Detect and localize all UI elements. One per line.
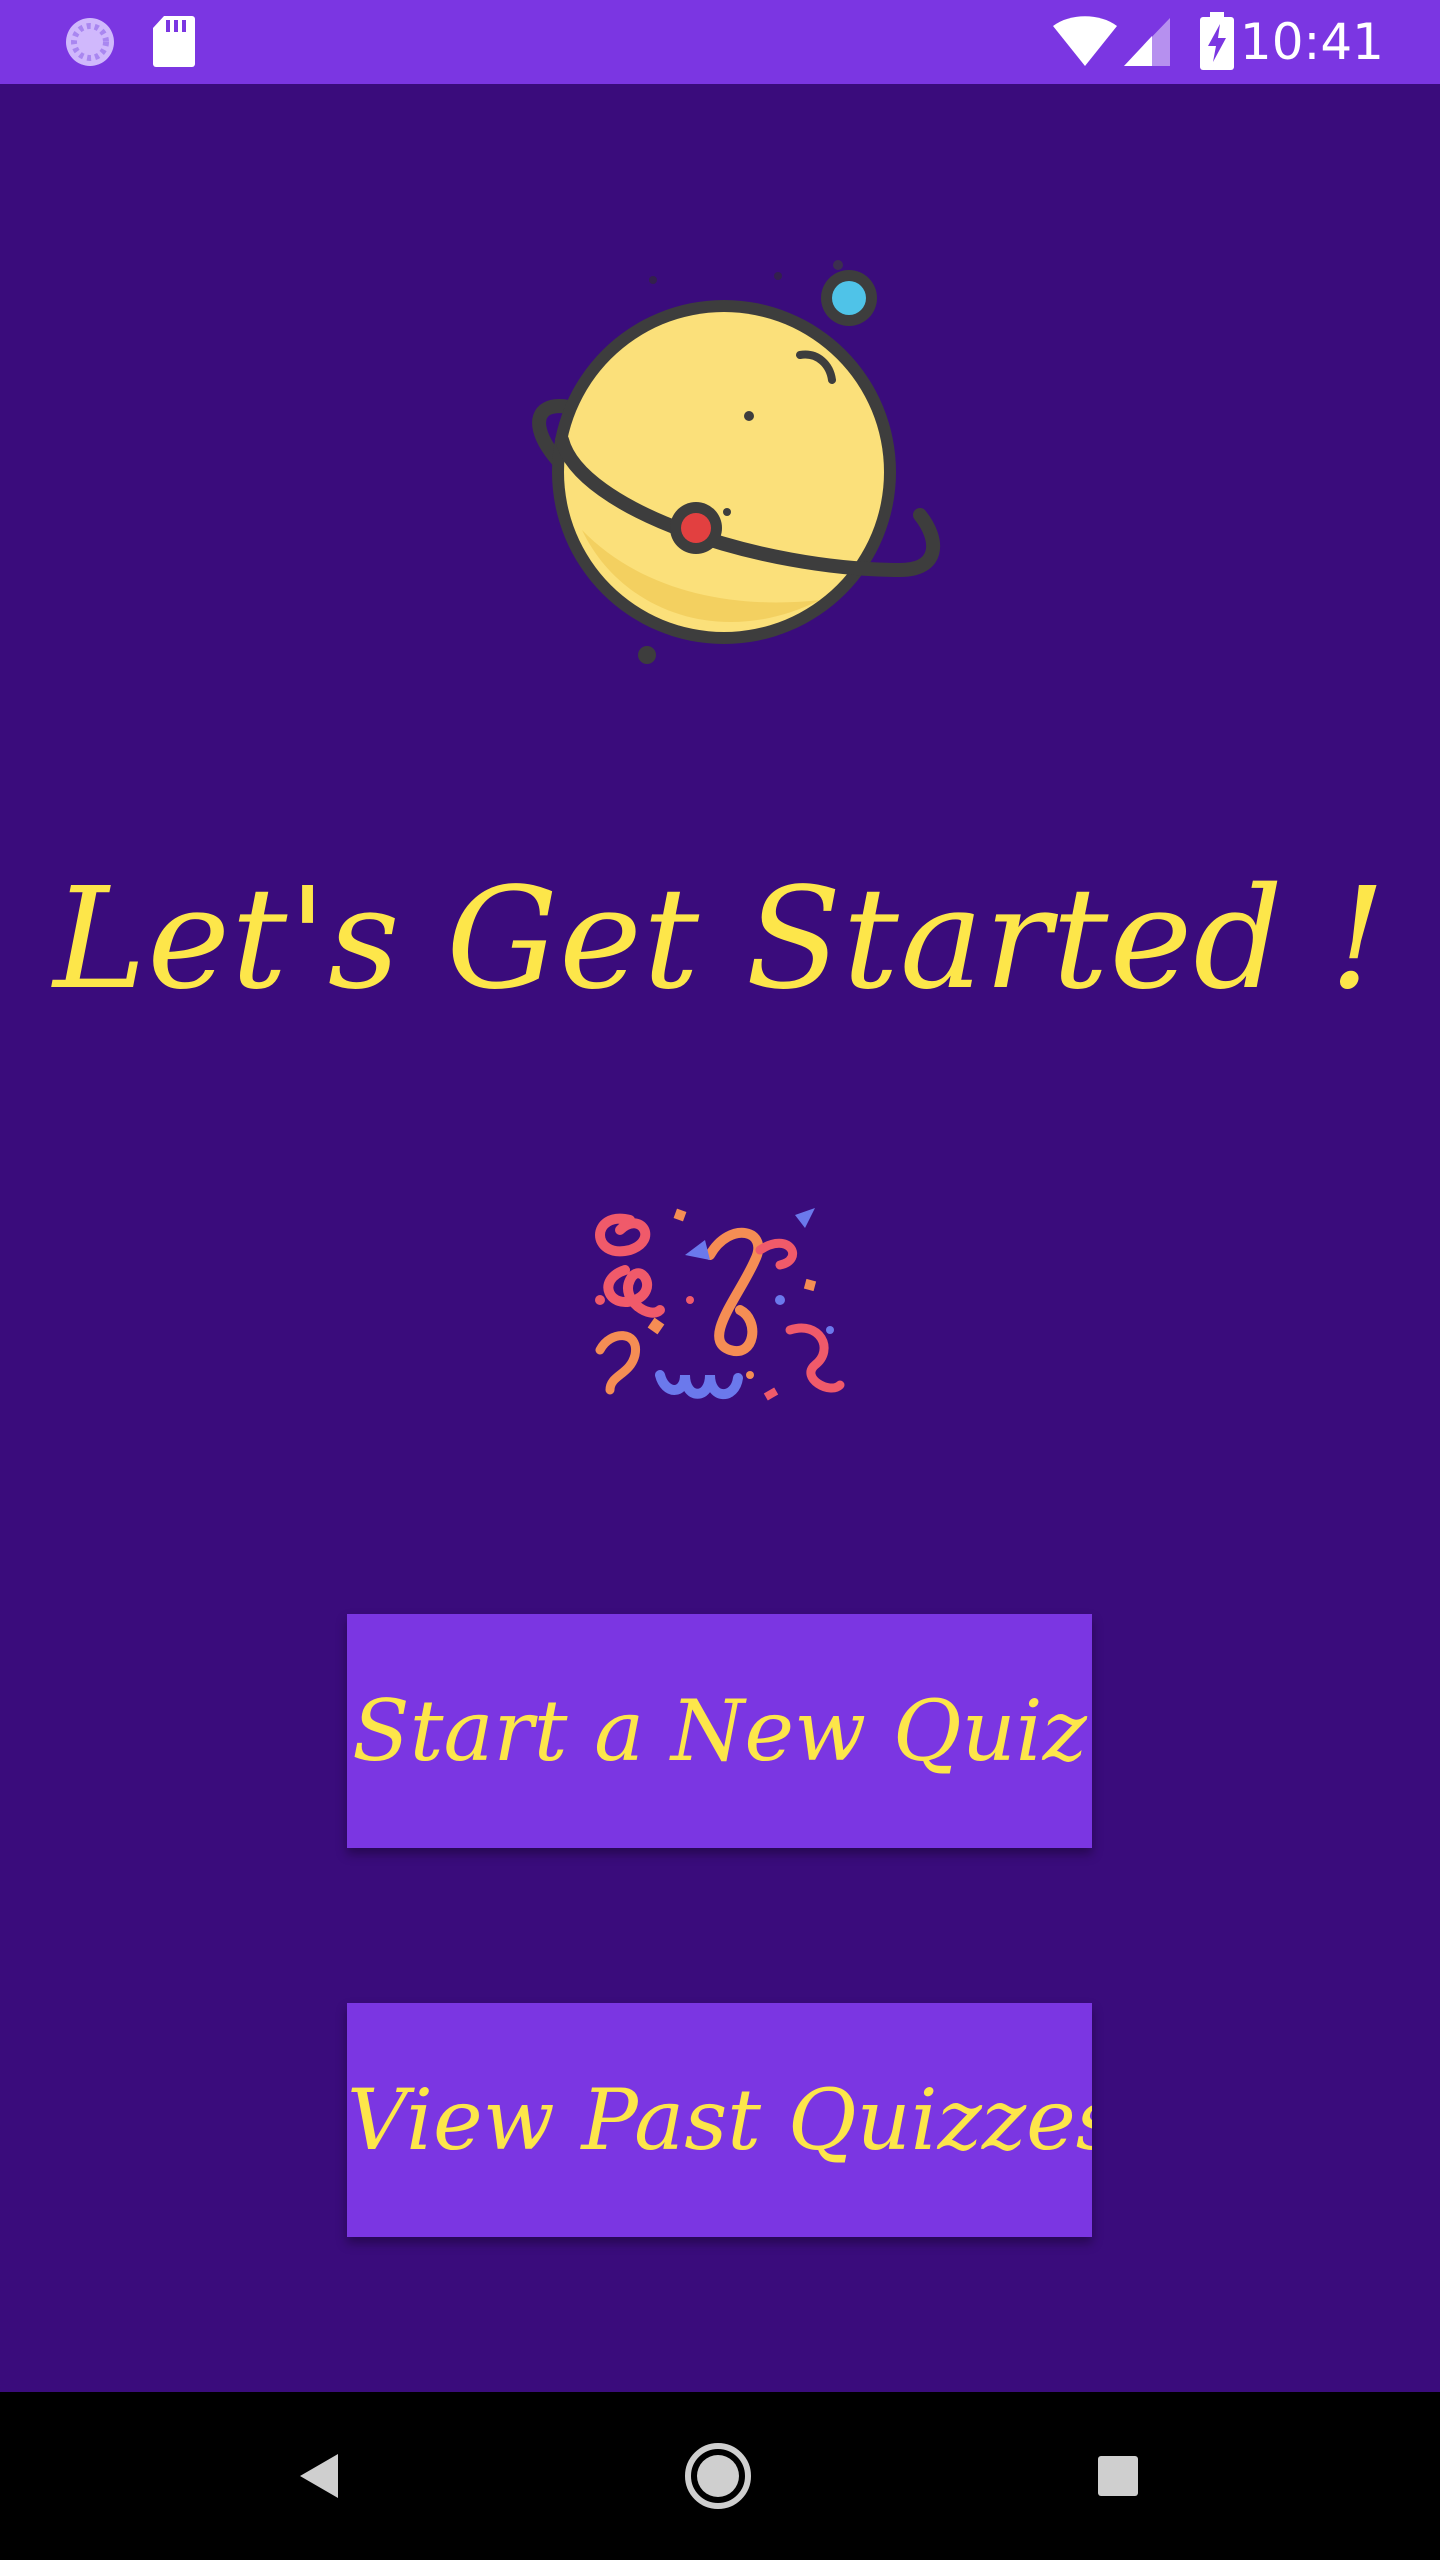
navigation-bar (0, 2392, 1440, 2560)
signal-icon (1122, 16, 1172, 73)
status-bar: 10:41 (0, 0, 1440, 84)
home-icon[interactable] (668, 2426, 768, 2526)
loading-icon (62, 14, 118, 75)
battery-charging-icon (1200, 12, 1234, 75)
sd-card-icon (152, 14, 196, 73)
planet-icon (500, 240, 960, 680)
quiz-home-screen: 10:41 Let's Get Started ! Start a New Qu… (0, 0, 1440, 2560)
start-new-quiz-button[interactable]: Start a New Quiz (347, 1614, 1092, 1848)
view-past-quizzes-button[interactable]: View Past Quizzes (347, 2003, 1092, 2237)
recent-apps-icon[interactable] (1068, 2426, 1168, 2526)
confetti-icon (590, 1200, 850, 1430)
status-time: 10:41 (1239, 13, 1384, 71)
wifi-icon (1052, 16, 1118, 73)
page-title: Let's Get Started ! (53, 858, 1387, 1021)
back-icon[interactable] (272, 2426, 372, 2526)
